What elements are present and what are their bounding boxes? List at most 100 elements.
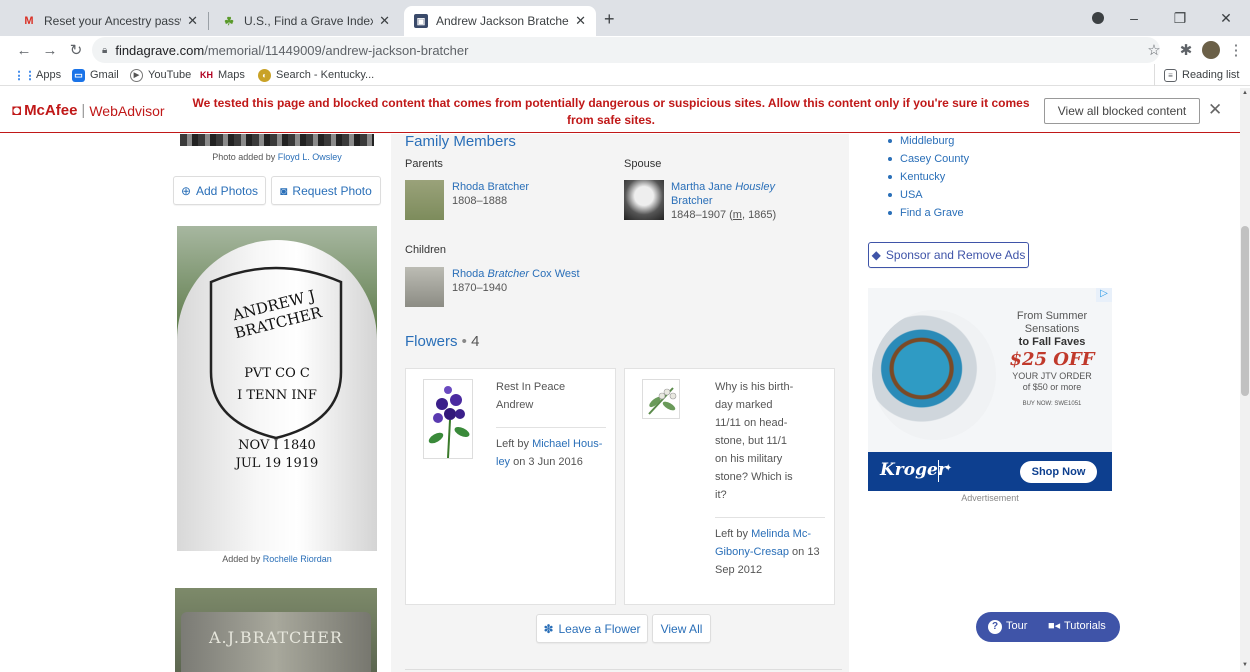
spouse-thumbnail[interactable] (624, 180, 664, 220)
flowers-count-dot: • (457, 333, 472, 350)
bookmark-gmail[interactable]: ▭ Gmail (72, 67, 119, 83)
parent-name-link[interactable]: Rhoda Bratcher (452, 180, 529, 194)
flower-author-link[interactable]: ley (496, 456, 510, 468)
bookmarks-divider (1154, 64, 1155, 86)
child-entry: Rhoda Bratcher Cox West 1870–1940 (452, 267, 580, 295)
location-link-casey-county[interactable]: Casey County (888, 150, 969, 168)
location-label: Casey County (900, 153, 970, 165)
flower-image-violets (423, 379, 473, 459)
sponsor-remove-ads-button[interactable]: ◆ Sponsor and Remove Ads (868, 242, 1029, 268)
logo-divider (938, 460, 939, 482)
flower-author-link[interactable]: Gibony-Cresap (715, 546, 789, 558)
spouse-surname[interactable]: Bratcher (671, 194, 821, 208)
camera-icon: ◙ (280, 183, 288, 198)
scrollbar-thumb[interactable] (1241, 226, 1249, 396)
marriage-year: , 1865) (741, 209, 777, 221)
scroll-up-arrow-icon[interactable]: ▲ (1242, 90, 1248, 96)
shop-now-button[interactable]: Shop Now (1020, 461, 1097, 483)
bookmark-star-icon[interactable]: ☆ (1144, 40, 1164, 60)
page-scrollbar[interactable]: ▲ ▼ (1240, 88, 1250, 672)
ad-line: BUY NOW: SWE1051 (1022, 401, 1082, 407)
chrome-menu-icon[interactable]: ⋮ (1226, 40, 1246, 60)
request-photo-button[interactable]: ◙ Request Photo (271, 176, 381, 205)
flower-date: on 13 (788, 546, 820, 558)
ad-line: of $50 or more (1022, 382, 1082, 392)
location-link-middleburg[interactable]: Middleburg (888, 134, 969, 150)
view-all-flowers-button[interactable]: View All (652, 614, 711, 643)
gmail-icon: ▭ (72, 68, 85, 82)
mcafee-close-icon[interactable]: ✕ (1208, 100, 1222, 120)
flower-message-line: Rest In Peace (496, 381, 566, 393)
added-by-link[interactable]: Rochelle Riordan (263, 554, 332, 564)
address-bar[interactable]: 🔒︎ findagrave.com/memorial/11449009/andr… (92, 37, 1160, 63)
ring-product-image (872, 310, 996, 440)
location-link-find-a-grave[interactable]: Find a Grave (888, 204, 969, 222)
tab-title: Andrew Jackson Bratcher (1840-1 (436, 14, 570, 28)
new-tab-button[interactable]: + (604, 9, 615, 30)
tour-button[interactable]: Tour (1006, 620, 1027, 632)
add-photos-button[interactable]: ⊕ Add Photos (173, 176, 266, 205)
extensions-puzzle-icon[interactable]: ✱ (1176, 40, 1196, 60)
location-breadcrumb-list: Middleburg Casey County Kentucky USA Fin… (888, 134, 969, 222)
forward-arrow-icon[interactable]: → (40, 40, 60, 60)
child-name-link[interactable]: Rhoda Bratcher Cox West (452, 267, 580, 281)
mcafee-brand: ◘ McAfee | WebAdvisor (12, 102, 165, 119)
flower-left-by: Left by Melinda Mc- Gibony-Cresap on 13 … (715, 525, 833, 579)
close-tab-icon[interactable]: ✕ (379, 13, 390, 29)
spouse-label: Spouse (624, 158, 662, 170)
bookmark-apps[interactable]: ⋮⋮ Apps (14, 67, 62, 83)
photo-credit-link[interactable]: Floyd L. Owsley (278, 152, 342, 162)
close-tab-icon[interactable]: ✕ (575, 13, 586, 29)
location-label: USA (900, 189, 923, 201)
ad-line: From Summer (1016, 310, 1088, 322)
parent-thumbnail[interactable] (405, 180, 444, 220)
flower-message-line: stone, but 11/1 (715, 435, 787, 447)
photo-credit-prefix: Photo added by (212, 152, 278, 162)
user-avatar[interactable] (1202, 41, 1220, 59)
children-label: Children (405, 244, 446, 256)
location-link-kentucky[interactable]: Kentucky (888, 168, 969, 186)
headstone-rank: PVT CO C (244, 366, 310, 381)
child-years: 1870–1940 (452, 282, 508, 294)
spouse-maiden-name: Housley (735, 181, 775, 193)
leave-a-flower-button[interactable]: ✽ Leave a Flower (536, 614, 648, 643)
profile-icon[interactable] (1092, 12, 1104, 24)
ad-offer: $25 OFF (1009, 349, 1095, 370)
flower-left-by: Left by Michael Hous- ley on 3 Jun 2016 (496, 435, 614, 471)
reload-icon[interactable]: ↻ (66, 40, 86, 60)
tab-find-a-grave-index[interactable]: ☘ U.S., Find a Grave Index, 1600s-C ✕ (212, 6, 400, 36)
flower-author-link[interactable]: Michael Hous- (532, 438, 602, 450)
tab-ancestry[interactable]: M Reset your Ancestry password - ✕ (12, 6, 208, 36)
tab-andrew-jackson-bratcher[interactable]: ▣ Andrew Jackson Bratcher (1840-1 ✕ (404, 6, 596, 36)
ad-choices-icon[interactable]: ▷ (1096, 288, 1112, 302)
kroger-ad[interactable]: ▷ From Summer Sensations to Fall Faves $… (868, 288, 1112, 491)
child-thumbnail[interactable] (405, 267, 444, 307)
close-tab-icon[interactable]: ✕ (187, 13, 198, 29)
reading-list-button[interactable]: ≡ Reading list (1164, 67, 1239, 83)
location-link-usa[interactable]: USA (888, 186, 969, 204)
maximize-icon[interactable]: ❐ (1160, 6, 1200, 30)
headstone-photo[interactable]: ANDREW J BRATCHER PVT CO C I TENN INF NO… (177, 226, 377, 551)
ad-line: to Fall Faves (1018, 336, 1086, 348)
back-arrow-icon[interactable]: ← (14, 40, 34, 60)
minimize-icon[interactable]: – (1114, 6, 1154, 30)
bookmark-search-kentucky[interactable]: ◐ Search - Kentucky... (258, 67, 374, 83)
window-close-icon[interactable]: ✕ (1206, 6, 1246, 30)
reading-list-label: Reading list (1182, 69, 1240, 81)
spouse-name-link[interactable]: Martha Jane Housley (671, 180, 821, 194)
scroll-down-arrow-icon[interactable]: ▼ (1242, 662, 1248, 668)
tag-icon: ◆ (871, 248, 881, 262)
child-married-name: Cox West (529, 268, 580, 280)
flowers-heading: Flowers • 4 (405, 333, 479, 350)
grave-photo-third[interactable]: A.J.BRATCHER (175, 588, 377, 672)
bookmark-youtube[interactable]: ▶ YouTube (130, 67, 191, 83)
tutorials-button[interactable]: Tutorials (1064, 620, 1106, 632)
view-blocked-content-button[interactable]: View all blocked content (1044, 98, 1200, 124)
mcafee-brand-name: McAfee (24, 102, 78, 119)
grave-photo-top[interactable] (180, 134, 374, 146)
left-by-prefix: Left by (496, 438, 533, 450)
flower-author-link[interactable]: Melinda Mc- (751, 528, 811, 540)
findagrave-favicon-icon: ▣ (414, 14, 428, 28)
flower-divider (715, 517, 825, 518)
bookmark-maps[interactable]: KH Maps (200, 67, 245, 83)
